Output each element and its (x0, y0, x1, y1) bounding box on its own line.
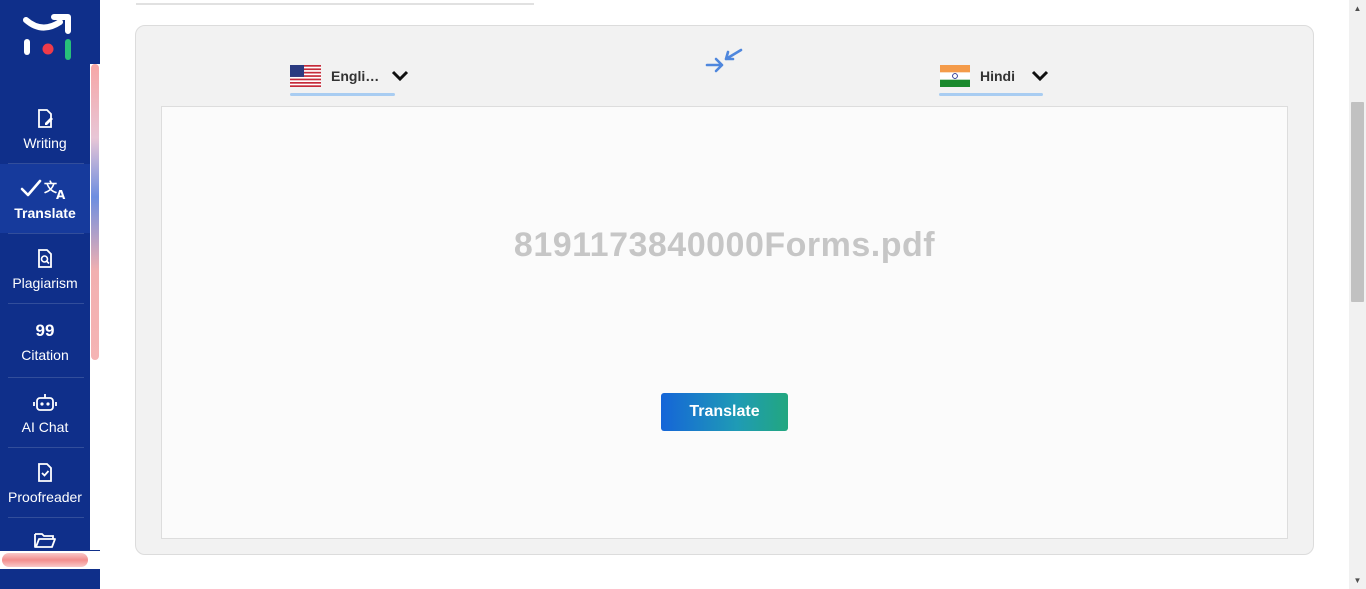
source-language-label: Engli… (331, 68, 380, 84)
sidebar-item-label: Translate (14, 204, 76, 221)
sidebar-item-citation[interactable]: 99 Citation (0, 306, 90, 376)
swap-languages-icon[interactable] (704, 46, 744, 78)
svg-text:A: A (56, 188, 66, 201)
divider (8, 303, 84, 304)
document-check-icon (33, 461, 57, 485)
sidebar-item-writing[interactable]: Writing (0, 94, 90, 164)
india-flag-icon (940, 65, 970, 87)
target-language-underline (939, 93, 1043, 96)
document-edit-icon (33, 107, 57, 131)
sidebar-item-label: Writing (23, 135, 67, 151)
sidebar-item-label: Proofreader (8, 489, 82, 505)
sidebar-hscrollbar-thumb[interactable] (2, 553, 88, 567)
sidebar-item-ai-chat[interactable]: AI Chat (0, 378, 90, 448)
sidebar-item-proofreader[interactable]: Proofreader (0, 448, 90, 518)
robot-icon (33, 391, 57, 415)
file-name: 8191173840000Forms.pdf (513, 226, 936, 264)
sidebar-item-label: Citation (21, 347, 69, 363)
target-language-label: Hindi (980, 68, 1015, 84)
translate-button[interactable]: Translate (661, 393, 788, 431)
source-language-select[interactable]: Engli… (290, 56, 409, 96)
chevron-down-icon (1031, 70, 1049, 82)
sidebar-scrollbar-thumb[interactable] (91, 64, 99, 360)
scroll-down-arrow[interactable]: ▼ (1349, 572, 1366, 589)
sidebar-item-translate[interactable]: 文A Translate (0, 164, 90, 233)
us-flag-icon (290, 65, 321, 87)
sidebar-item-label: Plagiarism (12, 275, 78, 291)
translate-icon: 文A (20, 177, 70, 201)
top-divider (136, 3, 534, 5)
chevron-down-icon (392, 70, 409, 82)
document-search-icon (33, 247, 57, 271)
app-logo[interactable] (22, 14, 74, 62)
scroll-up-arrow[interactable]: ▲ (1349, 0, 1366, 17)
folder-icon (33, 528, 57, 552)
file-drop-area[interactable] (161, 106, 1288, 539)
target-language-select[interactable]: Hindi (940, 56, 1049, 96)
quote-icon: 99 (35, 321, 55, 340)
source-language-underline (290, 93, 395, 96)
sidebar-item-plagiarism[interactable]: Plagiarism (0, 234, 90, 304)
sidebar-hscroll-arrow[interactable] (90, 551, 100, 569)
sidebar: Writing 文A Translate Plagiarism 99 Citat… (0, 0, 100, 589)
page-scrollbar-thumb[interactable] (1351, 102, 1364, 302)
sidebar-item-label: AI Chat (21, 419, 69, 435)
